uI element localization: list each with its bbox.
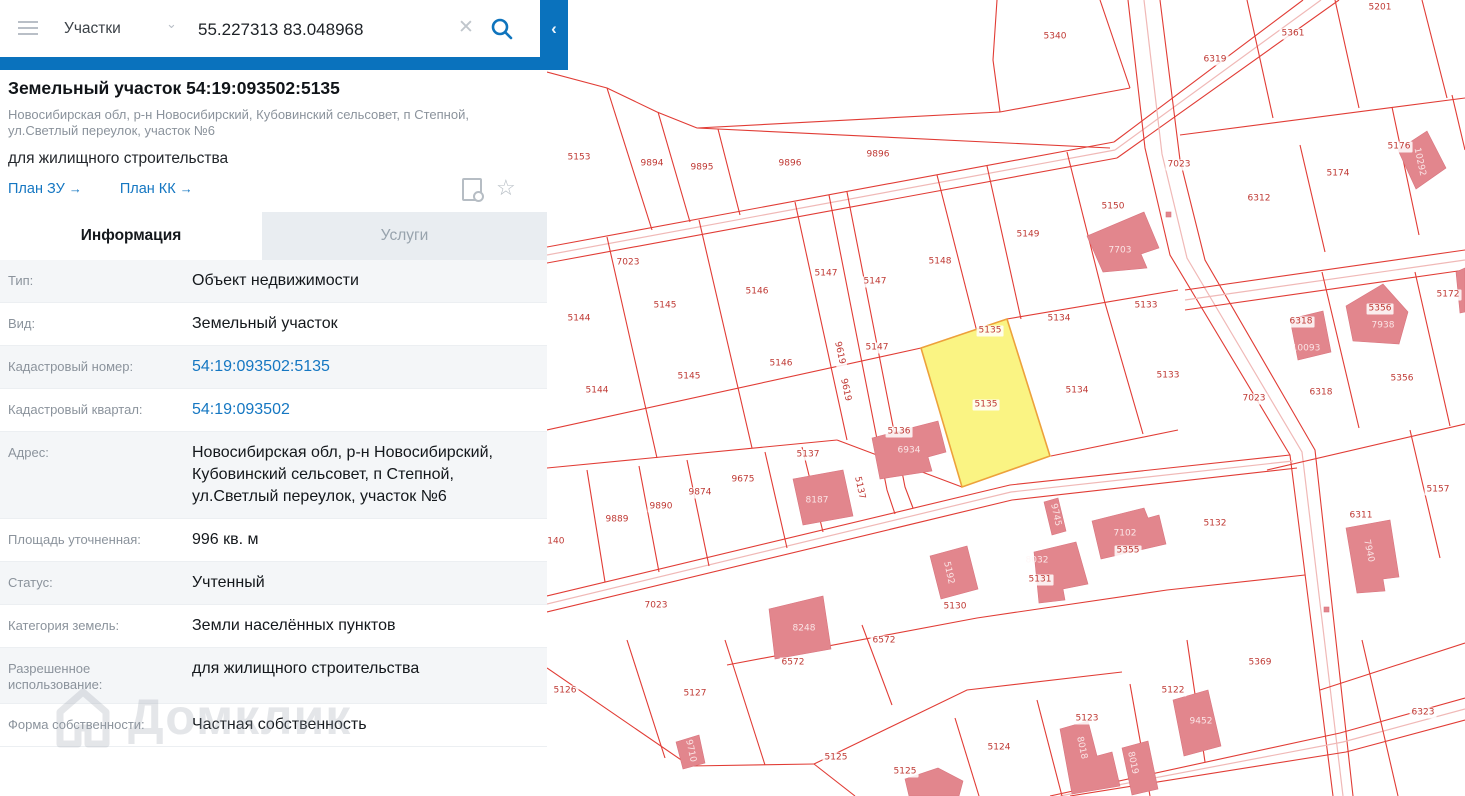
search-bar: Участки ⌄ ✕	[0, 0, 547, 59]
row-value: Новосибирская обл, р-н Новосибирский, Ку…	[192, 444, 493, 505]
object-address: Новосибирская обл, р-н Новосибирский, Ку…	[8, 107, 469, 138]
search-icon[interactable]	[490, 17, 514, 46]
info-row: Форма собственности: Частная собственност…	[0, 704, 547, 747]
search-input[interactable]	[196, 0, 450, 59]
row-label: Категория земель:	[8, 618, 120, 633]
collapse-panel-button[interactable]: ‹	[540, 0, 568, 70]
app: 5153 9894 9895 9896 9896 5340 6319 5361 5201 7023…	[0, 0, 1465, 796]
plan-preview-icon[interactable]	[462, 178, 484, 202]
menu-icon[interactable]	[18, 21, 38, 35]
row-label: Кадастровый квартал:	[8, 402, 143, 417]
cadastral-link[interactable]: 54:19:093502	[184, 399, 539, 421]
plan-link[interactable]: План КК →	[120, 181, 193, 197]
plan-link[interactable]: План ЗУ →	[8, 181, 82, 197]
row-value: Учтенный	[192, 574, 265, 591]
row-value: Объект недвижимости	[192, 272, 359, 289]
buildings	[675, 130, 1465, 796]
row-label: Тип:	[8, 273, 34, 288]
row-label: Форма собственности:	[8, 717, 145, 732]
info-row: Вид: Земельный участок	[0, 303, 547, 346]
plan-links: План ЗУ → План КК →	[8, 180, 231, 198]
row-value: для жилищного строительства	[192, 660, 420, 677]
map-canvas	[547, 0, 1465, 796]
tab-information[interactable]: Информация	[0, 212, 262, 260]
chevron-down-icon[interactable]: ⌄	[166, 16, 177, 32]
header-icons: ☆	[462, 175, 516, 206]
header-accent-bar	[0, 57, 568, 70]
info-row: Кадастровый квартал: 54:19:093502	[0, 389, 547, 432]
tab-services[interactable]: Услуги	[262, 212, 547, 260]
info-rows: Тип: Объект недвижимости Вид: Земельный уча…	[0, 260, 547, 747]
row-label: Статус:	[8, 575, 53, 590]
row-label: Вид:	[8, 316, 36, 331]
info-row: Категория земель: Земли населённых пункто…	[0, 605, 547, 648]
info-row: Кадастровый номер: 54:19:093502:5135	[0, 346, 547, 389]
row-value: Земли населённых пунктов	[192, 617, 396, 634]
row-label: Кадастровый номер:	[8, 359, 134, 374]
layer-select[interactable]: Участки	[64, 0, 121, 57]
row-label: Разрешенное использование:	[8, 661, 103, 692]
tab-bar: Информация Услуги	[0, 212, 547, 260]
info-row: Тип: Объект недвижимости	[0, 260, 547, 303]
row-value: Частная собственность	[192, 716, 367, 733]
highlighted-parcel[interactable]	[920, 317, 1051, 489]
cadastral-link[interactable]: 54:19:093502:5135	[184, 356, 539, 378]
info-row: Адрес: Новосибирская обл, р-н Новосибирск…	[0, 432, 547, 519]
favorite-star-icon[interactable]: ☆	[496, 175, 516, 200]
row-value: Земельный участок	[192, 315, 338, 332]
object-usage: для жилищного строительства	[8, 150, 229, 167]
row-label: Адрес:	[8, 445, 49, 460]
row-value: 996 кв. м	[192, 531, 259, 548]
info-row: Статус: Учтенный	[0, 562, 547, 605]
row-label: Площадь уточненная:	[8, 532, 141, 547]
info-row: Площадь уточненная: 996 кв. м	[0, 519, 547, 562]
close-icon[interactable]: ✕	[458, 0, 474, 57]
info-row: Разрешенное использование: для жилищного …	[0, 648, 547, 704]
page-title: Земельный участок 54:19:093502:5135	[8, 78, 340, 98]
info-panel: Участки ⌄ ✕ Земельный участок 54:19:0935…	[0, 0, 568, 796]
cadastral-map[interactable]: 5153 9894 9895 9896 9896 5340 6319 5361 5201 7023…	[539, 0, 1465, 796]
